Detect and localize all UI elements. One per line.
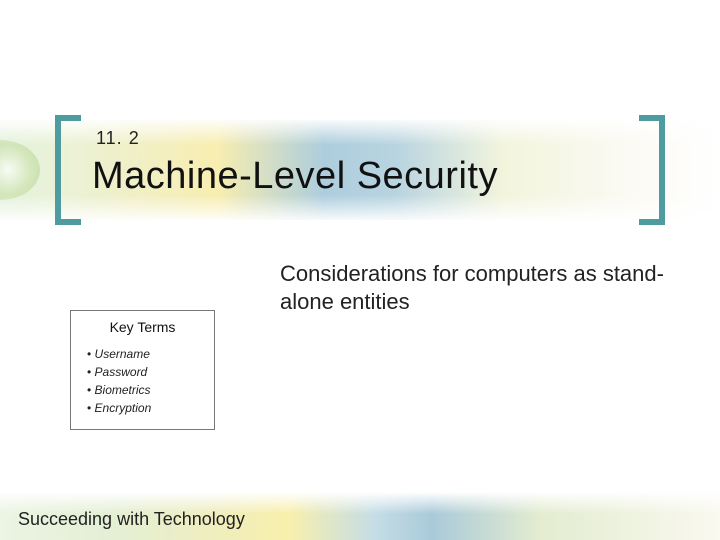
bracket-right-icon bbox=[639, 115, 665, 225]
key-terms-heading: Key Terms bbox=[81, 319, 204, 335]
key-terms-box: Key Terms Username Password Biometrics E… bbox=[70, 310, 215, 430]
bracket-left-icon bbox=[55, 115, 81, 225]
key-term-item: Password bbox=[87, 363, 204, 381]
key-term-item: Biometrics bbox=[87, 381, 204, 399]
key-term-item: Encryption bbox=[87, 399, 204, 417]
slide: 11. 2 Machine-Level Security Considerati… bbox=[0, 0, 720, 540]
section-title: Machine-Level Security bbox=[92, 155, 498, 198]
footer-text: Succeeding with Technology bbox=[18, 509, 245, 530]
section-number: 11. 2 bbox=[96, 128, 140, 149]
subtitle: Considerations for computers as stand-al… bbox=[280, 260, 680, 315]
key-term-item: Username bbox=[87, 345, 204, 363]
key-terms-list: Username Password Biometrics Encryption bbox=[81, 345, 204, 417]
